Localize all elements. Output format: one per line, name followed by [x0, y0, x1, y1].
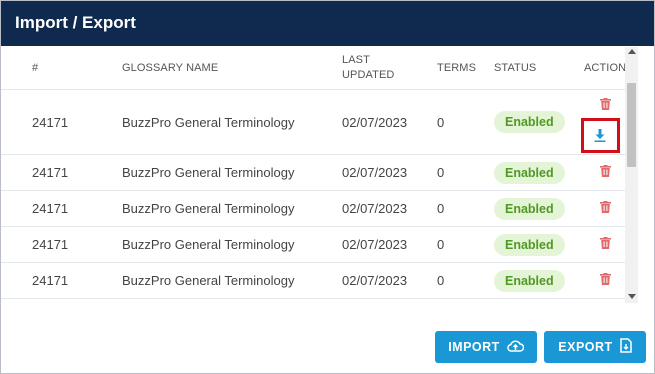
- row-terms: 0: [437, 89, 494, 155]
- header-status: STATUS: [494, 62, 537, 74]
- row-id: 24171: [1, 154, 122, 191]
- table-row: 24171 BuzzPro General Terminology 02/07/…: [1, 190, 625, 227]
- glossary-table-container[interactable]: # GLOSSARY NAME LAST UPDATED TERMS STATUS…: [1, 47, 625, 303]
- row-terms: 0: [437, 190, 494, 227]
- trash-icon[interactable]: [600, 237, 611, 252]
- header-actions: ACTIONS: [584, 62, 625, 74]
- import-button-label: IMPORT: [448, 340, 500, 354]
- row-last-updated: 02/07/2023: [342, 154, 437, 191]
- trash-icon[interactable]: [600, 98, 611, 113]
- header-last-updated: LAST UPDATED: [342, 47, 437, 90]
- table-row: 24171 BuzzPro General Terminology 02/07/…: [1, 154, 625, 191]
- row-last-updated: 02/07/2023: [342, 262, 437, 299]
- row-glossary-name: BuzzPro General Terminology: [122, 89, 342, 155]
- dialog-title: Import / Export: [15, 13, 136, 32]
- row-terms: 0: [437, 226, 494, 263]
- header-glossary-name: GLOSSARY NAME: [122, 62, 219, 74]
- row-status-cell: Enabled: [494, 226, 584, 263]
- row-terms-partial: [437, 298, 494, 303]
- row-name-partial: [122, 298, 342, 303]
- row-id: 24171: [1, 89, 122, 155]
- glossary-table: # GLOSSARY NAME LAST UPDATED TERMS STATUS…: [1, 47, 625, 303]
- row-last-updated: 02/07/2023: [342, 190, 437, 227]
- header-last-updated-line2: UPDATED: [342, 69, 395, 81]
- status-badge: Enabled: [494, 111, 565, 133]
- row-actions: [584, 262, 625, 299]
- row-actions: [584, 154, 625, 191]
- header-last-updated-line1: LAST: [342, 54, 370, 66]
- status-badge: Enabled: [494, 197, 565, 220]
- row-glossary-name: BuzzPro General Terminology: [122, 154, 342, 191]
- row-terms: 0: [437, 154, 494, 191]
- row-status-cell: Enabled: [494, 190, 584, 227]
- table-scrollbar[interactable]: [625, 47, 638, 303]
- row-date-partial: [342, 298, 437, 303]
- status-badge: Enabled: [494, 161, 565, 184]
- table-header-row: # GLOSSARY NAME LAST UPDATED TERMS STATUS…: [1, 47, 625, 90]
- header-terms: TERMS: [437, 62, 476, 74]
- row-glossary-name: BuzzPro General Terminology: [122, 226, 342, 263]
- scroll-down-arrow-icon[interactable]: [628, 294, 636, 299]
- download-icon[interactable]: [594, 129, 606, 145]
- scroll-thumb[interactable]: [627, 83, 636, 167]
- row-id-partial: [1, 298, 122, 303]
- trash-icon[interactable]: [600, 273, 611, 288]
- row-terms: 0: [437, 262, 494, 299]
- scroll-up-arrow-icon[interactable]: [628, 49, 636, 54]
- trash-icon[interactable]: [600, 165, 611, 180]
- table-row: 24171 BuzzPro General Terminology 02/07/…: [1, 89, 625, 155]
- dialog-titlebar: Import / Export: [1, 1, 654, 46]
- row-status-cell: Enabled: [494, 154, 584, 191]
- row-id: 24171: [1, 262, 122, 299]
- status-badge: Enabled: [494, 269, 565, 292]
- import-export-dialog: Import / Export # GLOSSARY NAME LAST UPDA…: [0, 0, 655, 374]
- row-glossary-name: BuzzPro General Terminology: [122, 190, 342, 227]
- row-glossary-name: BuzzPro General Terminology: [122, 262, 342, 299]
- row-status-partial: [494, 298, 584, 303]
- table-row: 24171 BuzzPro General Terminology 02/07/…: [1, 226, 625, 263]
- header-id: #: [32, 62, 39, 74]
- export-button-label: EXPORT: [558, 340, 613, 354]
- row-last-updated: 02/07/2023: [342, 89, 437, 155]
- status-badge: Enabled: [494, 233, 565, 256]
- row-id: 24171: [1, 226, 122, 263]
- row-status-cell: Enabled: [494, 89, 584, 155]
- row-id: 24171: [1, 190, 122, 227]
- cloud-upload-icon: [507, 339, 525, 355]
- export-button[interactable]: EXPORT: [544, 331, 646, 363]
- file-export-icon: [619, 338, 632, 356]
- import-button[interactable]: IMPORT: [435, 331, 537, 363]
- row-status-cell: Enabled: [494, 262, 584, 299]
- row-actions-partial: [584, 298, 625, 303]
- row-last-updated: 02/07/2023: [342, 226, 437, 263]
- row-actions: [584, 226, 625, 263]
- trash-icon[interactable]: [600, 201, 611, 216]
- table-row-partial: [1, 298, 625, 303]
- row-actions: [581, 89, 625, 155]
- row-actions: [584, 190, 625, 227]
- table-row: 24171 BuzzPro General Terminology 02/07/…: [1, 262, 625, 299]
